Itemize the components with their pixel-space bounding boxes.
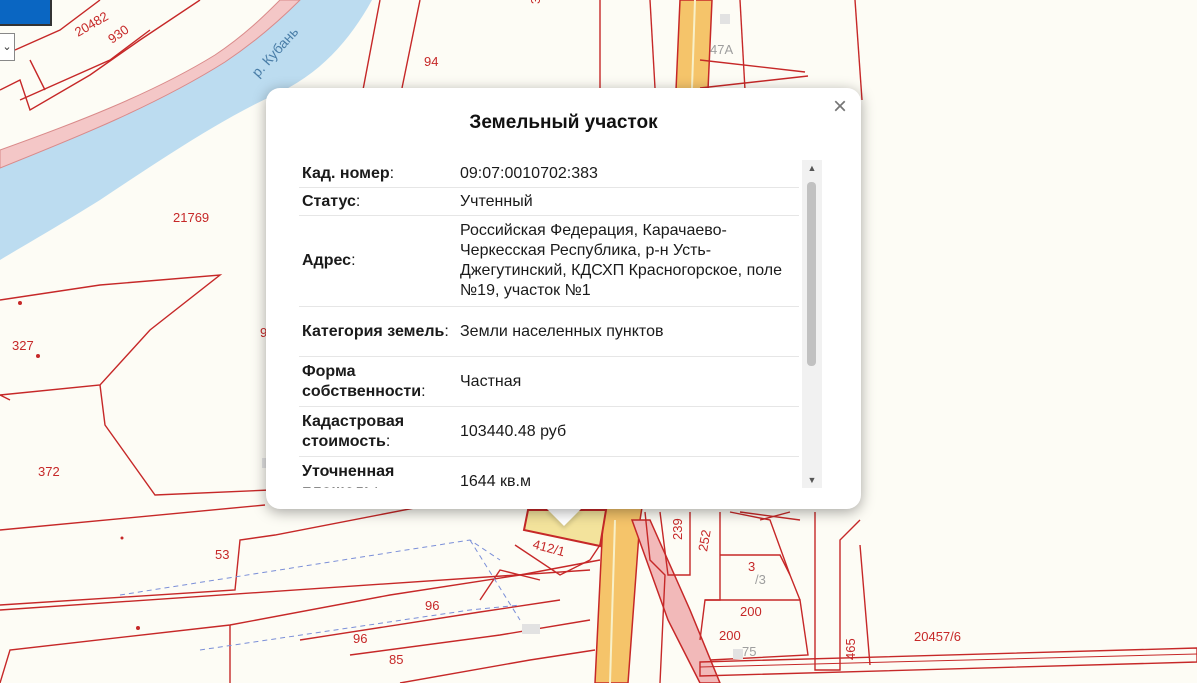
row-value: Частная xyxy=(457,356,799,407)
parcel-label: 412/1 xyxy=(531,536,566,559)
table-row: Кад. номер: 09:07:0010702:383 xyxy=(299,160,799,188)
parcel-label: 85 xyxy=(389,652,403,667)
popup-title: Земельный участок xyxy=(469,112,658,133)
table-row: Статус: Учтенный xyxy=(299,187,799,216)
parcel-label: 3 xyxy=(528,0,543,4)
parcel-label: 21769 xyxy=(173,210,209,225)
parcel-label: 75 xyxy=(742,644,756,659)
bottom-road xyxy=(699,647,1197,677)
parcel-label: 465 xyxy=(843,638,858,660)
row-value: Учтенный xyxy=(457,187,799,216)
table-row: Уточненная площадь: 1644 кв.м xyxy=(299,456,799,489)
parcel-label: /3 xyxy=(755,572,766,587)
row-key: Адрес xyxy=(302,252,352,269)
row-value: 09:07:0010702:383 xyxy=(457,160,799,188)
table-row: Форма собственности: Частная xyxy=(299,356,799,407)
row-value: 103440.48 руб xyxy=(457,406,799,457)
layer-select-dropdown[interactable]: ⌄ xyxy=(0,33,15,61)
table-row: Категория земель: Земли населенных пункт… xyxy=(299,306,799,357)
row-key: Форма собственности xyxy=(302,362,422,400)
scrollbar-thumb[interactable] xyxy=(807,182,816,366)
row-key: Кад. номер xyxy=(302,164,390,182)
parcel-label: 200 xyxy=(719,628,741,643)
popup-pointer xyxy=(546,508,582,526)
parcel-info-popup: × Земельный участок Кад. номер: 09:07:00… xyxy=(266,88,861,509)
map-layer-button[interactable] xyxy=(0,0,52,26)
parcel-label: 327 xyxy=(12,338,34,353)
popup-scroll-area[interactable]: Кад. номер: 09:07:0010702:383 Статус: Уч… xyxy=(299,160,801,488)
parcel-label: 239 xyxy=(670,518,685,540)
row-key: Категория земель xyxy=(302,322,445,340)
parcel-label: 94 xyxy=(424,54,438,69)
parcel-label: 47А xyxy=(710,42,733,57)
scroll-down-icon[interactable]: ▼ xyxy=(802,472,822,488)
table-row: Кадастровая стоимость: 103440.48 руб xyxy=(299,406,799,457)
parcel-label: 930 xyxy=(105,22,131,47)
parcel-label: 96 xyxy=(425,598,439,613)
scroll-up-icon[interactable]: ▲ xyxy=(802,160,822,176)
parcel-label: 53 xyxy=(215,547,229,562)
row-value: Российская Федерация, Карачаево-Черкесск… xyxy=(457,215,799,307)
table-row: Адрес: Российская Федерация, Карачаево-Ч… xyxy=(299,215,799,307)
parcel-label: 200 xyxy=(740,604,762,619)
parcel-label: 20457/6 xyxy=(914,629,961,644)
chevron-down-icon: ⌄ xyxy=(2,41,12,53)
parcel-label: 372 xyxy=(38,464,60,479)
row-key: Уточненная площадь xyxy=(302,462,395,489)
parcel-label: 96 xyxy=(353,631,367,646)
row-value: Земли населенных пунктов xyxy=(457,306,799,357)
parcel-label: 252 xyxy=(695,529,714,553)
dashed-zone-lines xyxy=(119,539,521,651)
row-value: 1644 кв.м xyxy=(457,456,799,488)
row-key: Статус xyxy=(302,192,356,210)
popup-scrollbar[interactable]: ▲ ▼ xyxy=(802,160,822,488)
parcel-info-table: Кад. номер: 09:07:0010702:383 Статус: Уч… xyxy=(299,160,799,488)
